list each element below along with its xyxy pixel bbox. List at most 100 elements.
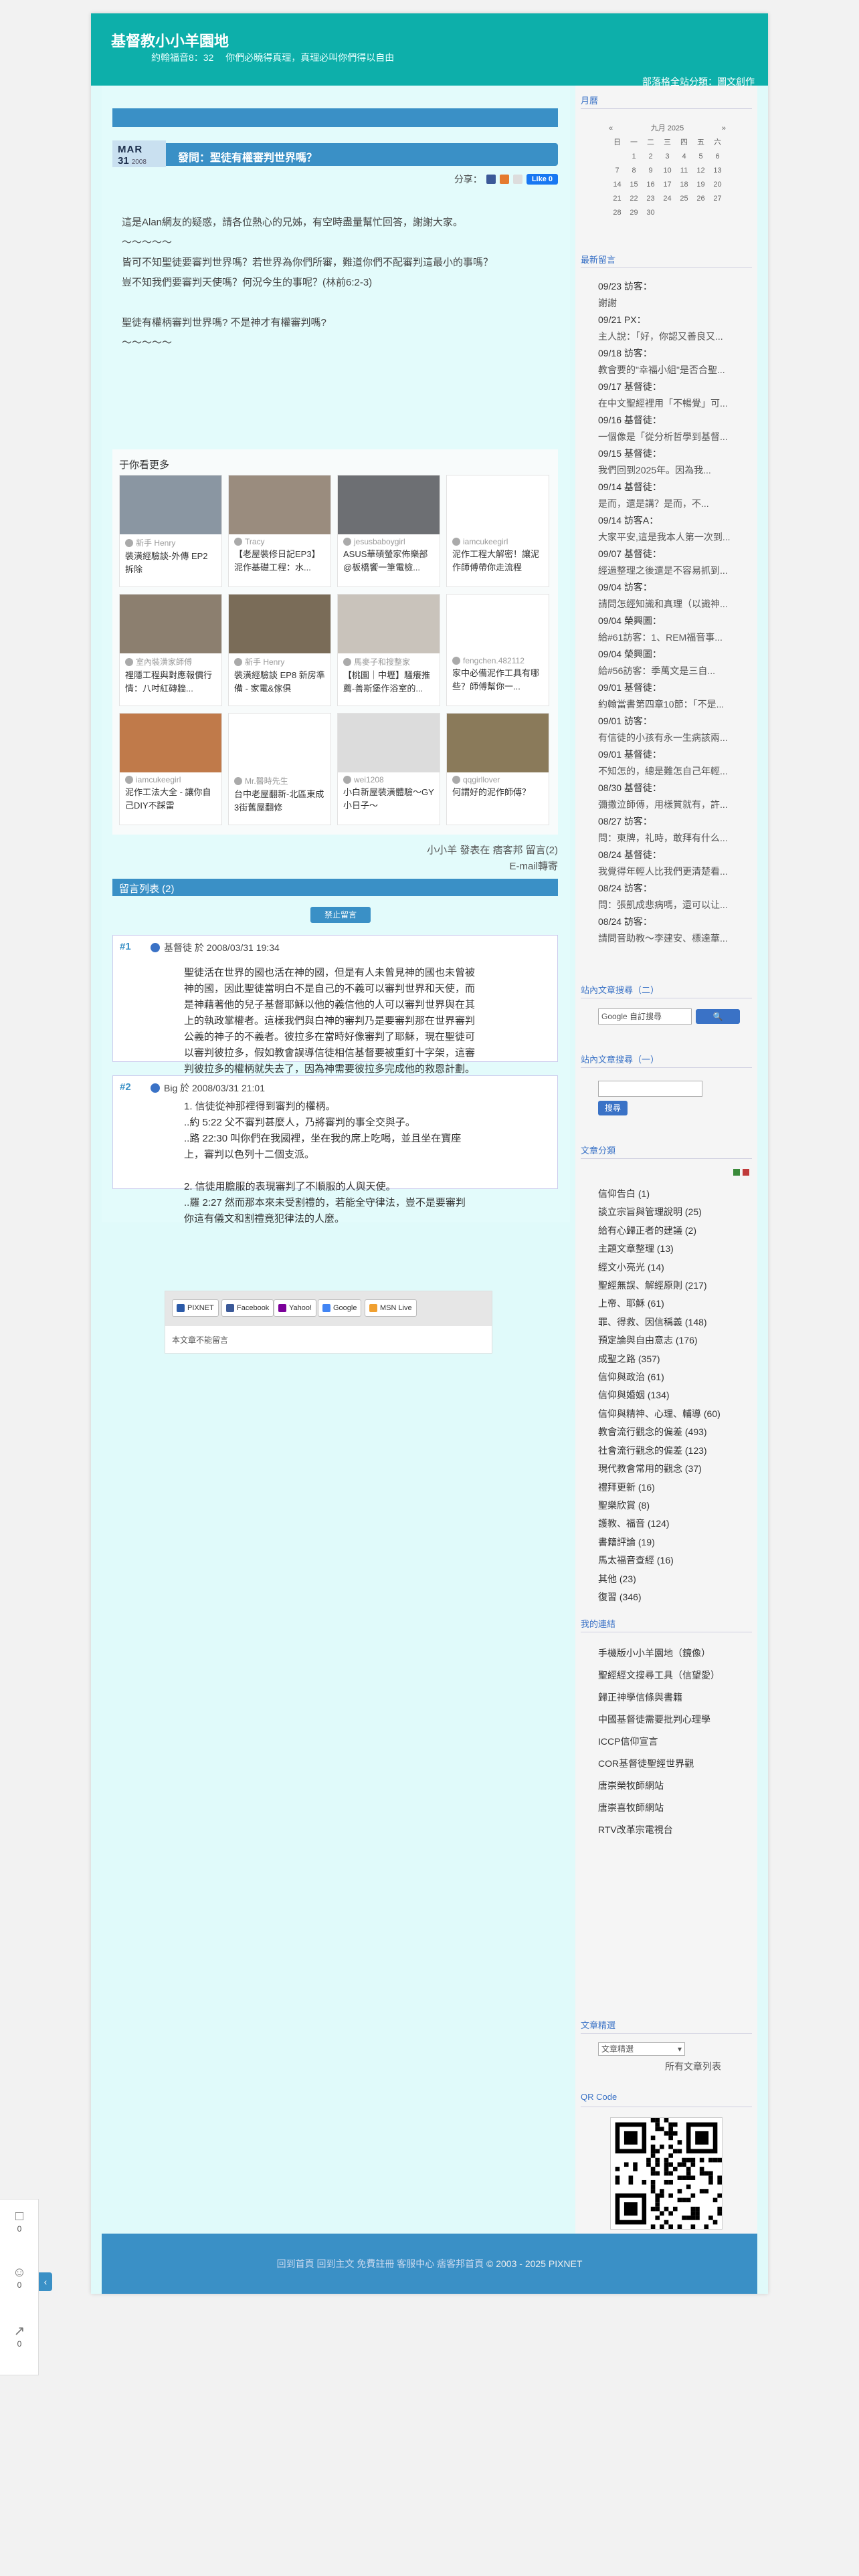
calendar-day[interactable]: 20 [709,178,726,192]
recent-comment-text[interactable]: 請問怎經知識和真理（以識神... [598,596,752,613]
like-button[interactable]: Like 0 [526,174,558,185]
related-title-text[interactable]: 【桃園｜中壢】騷癢推薦-善斯堡作浴室的... [338,667,440,697]
related-title-text[interactable]: 小白新屋裝潢體驗～GY小日子～ [338,784,440,814]
yahoo-share-button[interactable]: Yahoo! [274,1299,317,1317]
category-link[interactable]: 護教、福音 (124) [598,1515,752,1533]
recent-comment-text[interactable]: 我覺得年輕人比我們更清楚看... [598,863,752,880]
comments-disabled-button[interactable]: 禁止留言 [310,907,371,923]
category-link[interactable]: 聖樂欣賞 (8) [598,1497,752,1515]
related-thumbnail[interactable] [447,595,549,653]
external-link[interactable]: 歸正神學信條與書籍 [598,1687,752,1709]
calendar-day[interactable]: 6 [709,150,726,164]
recent-comment-text[interactable]: 約翰當書第四章10節：「不是... [598,696,752,713]
category-link[interactable]: 預定論與自由意志 (176) [598,1331,752,1350]
collapse-icon[interactable] [743,1169,749,1176]
category-link[interactable]: 信仰與政治 (61) [598,1368,752,1386]
calendar-day[interactable]: 19 [692,178,709,192]
related-title-text[interactable]: 家中必備泥作工具有哪些？師傅幫你一... [447,665,549,695]
external-link[interactable]: 手機版小小羊園地（鏡像） [598,1642,752,1665]
calendar-day[interactable]: 24 [659,192,676,206]
related-card[interactable]: jesusbaboygirl ASUS華碩螢家佈樂部 @板橋饗一筆電檢... [337,475,440,587]
msn-share-button[interactable]: MSN Live [365,1299,417,1317]
category-link[interactable]: 信仰與婚姻 (134) [598,1386,752,1404]
related-title-text[interactable]: 裝潢經驗談-外傳 EP2 拆除 [120,548,221,578]
recent-comment-text[interactable]: 謝謝 [598,295,752,312]
site-search-input[interactable] [598,1081,702,1097]
category-link[interactable]: 給有心歸正者的建議 (2) [598,1222,752,1240]
related-thumbnail[interactable] [447,714,549,772]
recent-comment-text[interactable]: 問：張凱成悲病嗎，還可以让... [598,897,752,914]
related-thumbnail[interactable] [229,475,330,534]
related-card[interactable]: fengchen.482112 家中必備泥作工具有哪些？師傅幫你一... [446,594,549,706]
related-card[interactable]: 室內裝潢家師傅 裡隱工程與對應報價行情：八吋紅磚牆... [119,594,222,706]
external-link[interactable]: 中國基督徒需要批判心理學 [598,1709,752,1731]
external-link[interactable]: COR基督徒聖經世界觀 [598,1753,752,1775]
bookmark-action[interactable]: □ 0 [0,2209,39,2234]
calendar-day[interactable]: 2 [642,150,659,164]
category-link[interactable]: 信仰告白 (1) [598,1185,752,1203]
calendar-day[interactable]: 18 [676,178,692,192]
related-card[interactable]: Tracy 【老屋裝修日記EP3】泥作基礎工程：水... [228,475,331,587]
reaction-action[interactable]: ☺ 0 [0,2265,39,2290]
recent-comment-text[interactable]: 有信徒的小孩有永一生病該兩... [598,730,752,746]
archive-select[interactable]: 文章精選 ▾ [598,2042,685,2056]
share-action[interactable]: ↗ 0 [0,2323,39,2349]
external-link[interactable]: 聖經經文搜尋工具（信望愛） [598,1665,752,1687]
facebook-share-icon[interactable] [486,175,496,184]
calendar-day[interactable]: 4 [676,150,692,164]
recent-comment-text[interactable]: 一個像是「從分析哲學到基督... [598,429,752,445]
related-thumbnail[interactable] [120,714,221,772]
calendar-day[interactable]: 23 [642,192,659,206]
calendar-day[interactable]: 25 [676,192,692,206]
calendar-day[interactable]: 11 [676,164,692,178]
calendar-day[interactable]: 3 [659,150,676,164]
related-thumbnail[interactable] [229,714,330,772]
google-share-button[interactable]: Google [318,1299,362,1317]
category-link[interactable]: 社會流行觀念的偏差 (123) [598,1442,752,1460]
calendar-day[interactable]: 9 [642,164,659,178]
related-thumbnail[interactable] [120,595,221,653]
calendar-day[interactable]: 8 [626,164,642,178]
category-link[interactable]: 信仰與精神、心理、輔導 (60) [598,1405,752,1423]
related-title-text[interactable]: ASUS華碩螢家佈樂部 @板橋饗一筆電檢... [338,546,440,576]
category-link[interactable]: 現代教會常用的觀念 (37) [598,1460,752,1478]
calendar-day[interactable]: 10 [659,164,676,178]
recent-comment-text[interactable]: 經過整理之後還是不容易抓到... [598,562,752,579]
related-title-text[interactable]: 裝潢經驗談 EP8 新房準備 - 家電&傢俱 [229,667,330,697]
calendar-day[interactable]: 29 [626,206,642,220]
category-link[interactable]: 其他 (23) [598,1570,752,1588]
category-link[interactable]: 主題文章整理 (13) [598,1240,752,1258]
pixnet-share-button[interactable]: PIXNET [172,1299,219,1317]
twitter-share-icon[interactable] [512,175,522,184]
category-link[interactable]: 成聖之路 (357) [598,1350,752,1368]
category-link[interactable]: 罪、得救、因信稱義 (148) [598,1313,752,1331]
calendar-day[interactable]: 17 [659,178,676,192]
post-title[interactable]: 發問：聖徒有權審判世界嗎？ [178,148,317,165]
category-link[interactable]: 上帝、耶穌 (61) [598,1295,752,1313]
calendar-day[interactable]: 12 [692,164,709,178]
related-card[interactable]: 馬麥子和搜整家 【桃園｜中壢】騷癢推薦-善斯堡作浴室的... [337,594,440,706]
calendar-day[interactable]: 21 [609,192,626,206]
calendar-day[interactable]: 26 [692,192,709,206]
footer-links[interactable]: 回到首頁 回到主文 免費註冊 客服中心 痞客邦首頁 [277,2258,484,2269]
category-link[interactable]: 聖經無誤、解經原則 (217) [598,1277,752,1295]
calendar-day[interactable]: 30 [642,206,659,220]
calendar-day[interactable]: 22 [626,192,642,206]
recent-comment-text[interactable]: 問：東牌，礼時，敢拜有什么... [598,830,752,847]
related-title-text[interactable]: 裡隱工程與對應報價行情：八吋紅磚牆... [120,667,221,697]
related-card[interactable]: Mr.醫時先生 台中老屋翻新-北區東成3街舊屋翻修 [228,713,331,825]
calendar-day[interactable]: 27 [709,192,726,206]
category-link[interactable]: 談立宗旨與管理說明 (25) [598,1203,752,1221]
calendar-day[interactable]: 15 [626,178,642,192]
calendar-day[interactable]: 16 [642,178,659,192]
external-link[interactable]: 唐崇榮牧師網站 [598,1775,752,1797]
related-card[interactable]: iamcukeegirl 泥作工程大解密！讓泥作師傅帶你走流程 [446,475,549,587]
related-title-text[interactable]: 泥作工法大全 - 讓你自己DIY不踩雷 [120,784,221,814]
category-link[interactable]: 教會流行觀念的偏差 (493) [598,1423,752,1441]
recent-comment-text[interactable]: 彌撒泣師傅，用樣質就有，許... [598,796,752,813]
blog-title[interactable]: 基督教小小羊園地 [111,29,229,51]
recent-comment-text[interactable]: 是而，還是講？是而，不... [598,496,752,512]
related-card[interactable]: 新手 Henry 裝潢經驗談 EP8 新房準備 - 家電&傢俱 [228,594,331,706]
related-card[interactable]: iamcukeegirl 泥作工法大全 - 讓你自己DIY不踩雷 [119,713,222,825]
site-search-button[interactable]: 搜尋 [598,1101,628,1115]
